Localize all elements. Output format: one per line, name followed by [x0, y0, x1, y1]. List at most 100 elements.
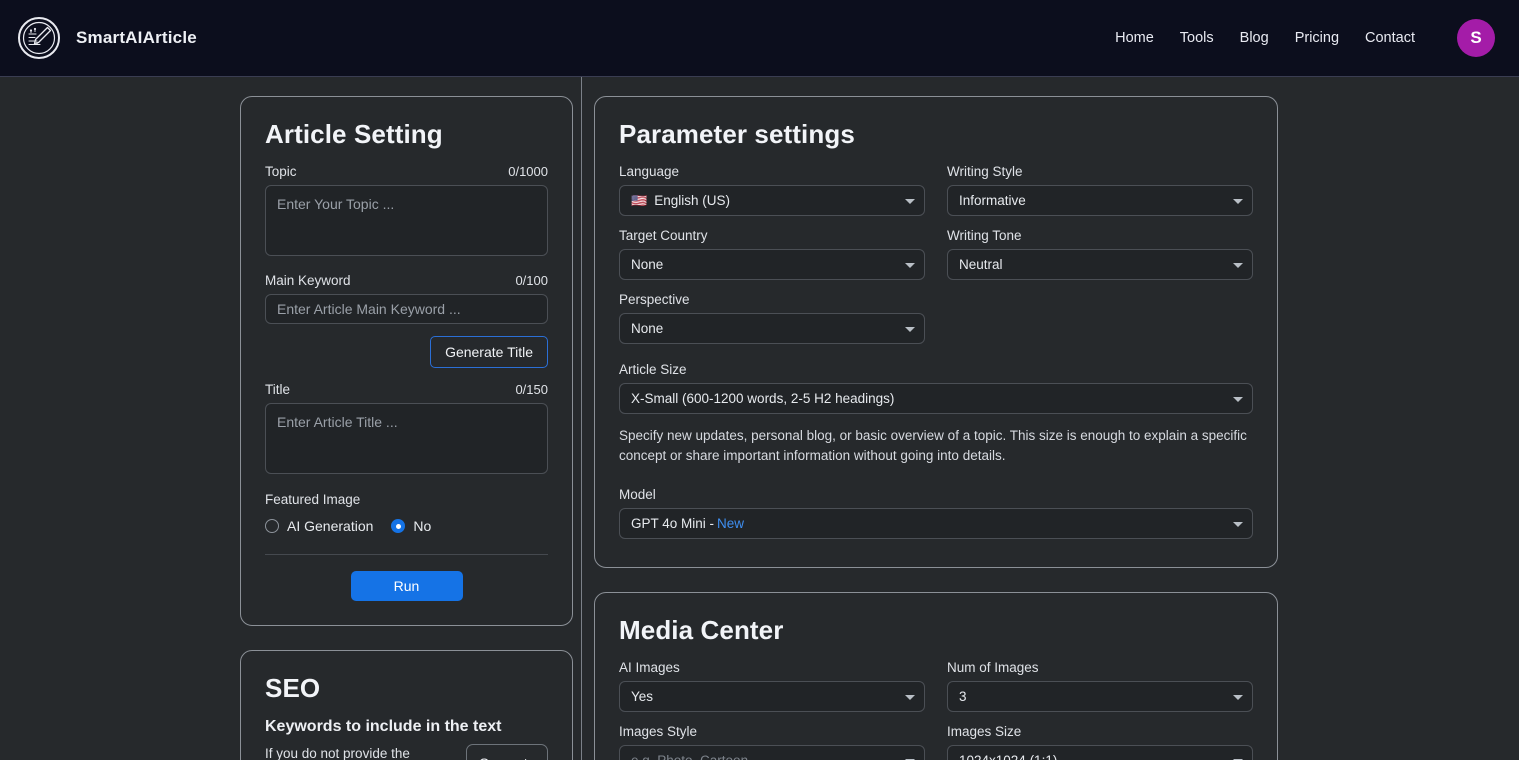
media-center-title: Media Center	[619, 615, 784, 646]
writing-style-value: Informative	[959, 193, 1026, 208]
parameter-settings-title: Parameter settings	[619, 119, 855, 149]
nav-item-tools[interactable]: Tools	[1180, 30, 1214, 46]
topic-field: Topic 0/1000	[265, 164, 548, 261]
ai-images-value: Yes	[631, 689, 654, 705]
perspective-label: Perspective	[619, 292, 690, 307]
target-country-field: Target Country None	[619, 228, 925, 280]
images-style-label: Images Style	[619, 724, 698, 740]
main-keyword-field: Main Keyword 0/100	[265, 273, 548, 324]
images-size-field: Images Size 1024x1024 (1:1)	[947, 724, 1253, 760]
main-keyword-input[interactable]	[265, 294, 548, 324]
model-select[interactable]: GPT 4o Mini - New	[619, 508, 1253, 540]
target-country-select[interactable]: None	[619, 249, 925, 280]
writing-style-field: Writing Style Informative	[947, 164, 1253, 216]
chevron-down-icon	[905, 326, 915, 332]
top-header: SmartAIArticle Home Tools Blog Pricing C…	[0, 0, 1519, 77]
nav-item-blog[interactable]: Blog	[1240, 30, 1269, 46]
featured-image-label: Featured Image	[265, 492, 361, 507]
left-column: Article Setting Topic 0/1000 Main Keywor…	[240, 96, 573, 760]
num-of-images-field: Num of Images 3	[947, 660, 1253, 713]
target-country-label: Target Country	[619, 228, 708, 243]
main-keyword-counter: 0/100	[515, 273, 548, 288]
run-button[interactable]: Run	[350, 571, 463, 601]
chevron-down-icon	[905, 694, 915, 700]
writing-style-select[interactable]: Informative	[947, 185, 1253, 216]
article-size-description: Specify new updates, personal blog, or b…	[619, 428, 1247, 463]
featured-image-radio-group: AI Generation No	[265, 518, 548, 534]
perspective-value: None	[631, 321, 664, 336]
radio-no-label: No	[413, 518, 432, 534]
page-body: Article Setting Topic 0/1000 Main Keywor…	[0, 77, 1519, 760]
language-label: Language	[619, 164, 680, 179]
article-setting-title: Article Setting	[265, 119, 443, 149]
model-label: Model	[619, 487, 656, 503]
column-divider	[581, 77, 582, 760]
ai-images-label: AI Images	[619, 660, 680, 676]
main-keyword-label-row: Main Keyword 0/100	[265, 273, 548, 288]
writing-tone-select[interactable]: Neutral	[947, 249, 1253, 280]
featured-image-field: Featured Image AI Generation No	[265, 491, 548, 534]
seo-description: If you do not provide the keywords, we w…	[265, 746, 410, 760]
radio-ai-generation[interactable]: AI Generation	[265, 518, 373, 534]
chevron-down-icon	[905, 262, 915, 268]
model-value: GPT 4o Mini -	[631, 516, 715, 532]
chevron-down-icon	[1233, 262, 1243, 268]
quill-pen-circle-logo-icon	[18, 17, 60, 59]
article-size-value: X-Small (600-1200 words, 2-5 H2 headings…	[631, 391, 895, 406]
nav-item-home[interactable]: Home	[1115, 30, 1154, 46]
model-field: Model GPT 4o Mini - New	[619, 487, 1253, 540]
model-new-badge: New	[717, 516, 745, 532]
main-navigation: Home Tools Blog Pricing Contact S	[1115, 19, 1495, 57]
perspective-select[interactable]: None	[619, 313, 925, 344]
images-style-select[interactable]: e.g. Photo, Cartoon	[619, 745, 925, 760]
article-size-select[interactable]: X-Small (600-1200 words, 2-5 H2 headings…	[619, 383, 1253, 414]
perspective-field: Perspective None	[619, 292, 925, 344]
article-size-field: Article Size X-Small (600-1200 words, 2-…	[619, 362, 1253, 414]
nav-item-pricing[interactable]: Pricing	[1295, 30, 1339, 46]
article-setting-card: Article Setting Topic 0/1000 Main Keywor…	[240, 96, 573, 626]
language-field: Language 🇺🇸 English (US)	[619, 164, 925, 216]
images-style-value: e.g. Photo, Cartoon	[631, 753, 748, 760]
ai-images-field: AI Images Yes	[619, 660, 925, 713]
topic-label-row: Topic 0/1000	[265, 164, 548, 179]
images-style-field: Images Style e.g. Photo, Cartoon	[619, 724, 925, 760]
title-field: Title 0/150	[265, 382, 548, 479]
language-select[interactable]: 🇺🇸 English (US)	[619, 185, 925, 216]
title-input[interactable]	[265, 403, 548, 474]
num-of-images-value: 3	[959, 689, 967, 705]
ai-images-select[interactable]: Yes	[619, 681, 925, 713]
topic-label: Topic	[265, 164, 297, 179]
generate-nlp-keywords-button[interactable]: Generate NLP Keywords	[466, 744, 548, 760]
language-value: English (US)	[654, 193, 730, 208]
seo-title: SEO	[265, 673, 321, 703]
user-avatar[interactable]: S	[1457, 19, 1495, 57]
chevron-down-icon	[905, 198, 915, 204]
parameter-grid-spacer	[947, 292, 1253, 356]
writing-tone-field: Writing Tone Neutral	[947, 228, 1253, 280]
generate-title-row: Generate Title	[265, 336, 548, 368]
radio-ai-generation-dot-icon	[265, 519, 279, 533]
right-column: Parameter settings Language 🇺🇸 English (…	[594, 96, 1278, 760]
parameter-settings-card: Parameter settings Language 🇺🇸 English (…	[594, 96, 1278, 569]
chevron-down-icon	[1233, 396, 1243, 402]
num-of-images-select[interactable]: 3	[947, 681, 1253, 713]
radio-ai-generation-label: AI Generation	[287, 518, 374, 534]
brand[interactable]: SmartAIArticle	[18, 17, 197, 59]
radio-no[interactable]: No	[391, 518, 431, 534]
article-setting-divider	[265, 554, 548, 555]
title-label-row: Title 0/150	[265, 382, 548, 397]
us-flag-icon: 🇺🇸	[631, 192, 648, 208]
chevron-down-icon	[1233, 198, 1243, 204]
images-size-value: 1024x1024 (1:1)	[959, 753, 1057, 760]
nav-item-contact[interactable]: Contact	[1365, 30, 1415, 46]
generate-title-button[interactable]: Generate Title	[430, 336, 548, 368]
writing-style-label: Writing Style	[947, 164, 1023, 179]
num-of-images-label: Num of Images	[947, 660, 1039, 676]
topic-input[interactable]	[265, 185, 548, 256]
media-center-grid: AI Images Yes Num of Images 3 Images Sty…	[619, 660, 1253, 760]
images-size-label: Images Size	[947, 724, 1022, 740]
images-size-select[interactable]: 1024x1024 (1:1)	[947, 745, 1253, 760]
seo-subtitle: Keywords to include in the text	[265, 718, 502, 735]
radio-no-dot-icon	[391, 519, 406, 533]
seo-card: SEO Keywords to include in the text If y…	[240, 650, 573, 760]
